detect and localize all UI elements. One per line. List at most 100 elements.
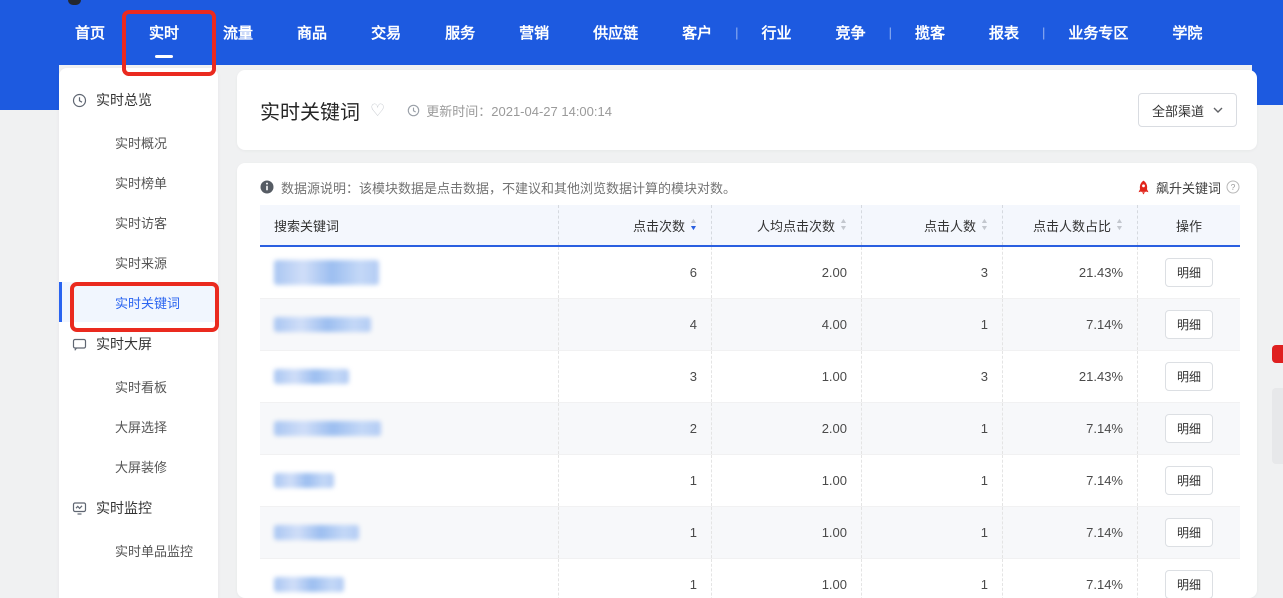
nav-item-供应链[interactable]: 供应链: [571, 22, 660, 43]
chevron-down-icon: [1213, 107, 1223, 113]
column-header-label: 人均点击次数: [757, 216, 835, 235]
table-row: 1 1.00 1 7.14% 明细: [260, 506, 1240, 558]
nav-item-报表[interactable]: 报表: [967, 22, 1041, 43]
sidebar-item-实时单品监控[interactable]: 实时单品监控: [59, 530, 218, 570]
sidebar-item-实时看板[interactable]: 实时看板: [59, 366, 218, 406]
column-header-label: 搜索关键词: [274, 216, 339, 235]
cell-keyword[interactable]: [260, 403, 558, 454]
nav-item-流量[interactable]: 流量: [201, 22, 275, 43]
detail-button[interactable]: 明细: [1165, 310, 1213, 339]
cell-users: 1: [861, 403, 1002, 454]
sidebar-group-header[interactable]: 实时大屏: [59, 322, 218, 366]
sort-desc-icon[interactable]: ▼: [1115, 226, 1124, 232]
table-header-row: 搜索关键词 点击次数 ▲▼ 人均点击次数 ▲▼ 点击人数 ▲▼ 点击人数占比 ▲…: [260, 205, 1240, 247]
detail-button[interactable]: 明细: [1165, 518, 1213, 547]
blurred-keyword: [274, 473, 334, 488]
sidebar-groups: 实时总览 实时概况 实时榜单 实时访客 实时来源 实时关键词 实时大屏 实时看板…: [59, 78, 218, 570]
floating-gray-widget[interactable]: [1272, 388, 1283, 464]
nav-item-label: 商品: [297, 25, 327, 42]
cell-users: 1: [861, 455, 1002, 506]
cell-users: 1: [861, 507, 1002, 558]
nav-item-label: 竞争: [836, 25, 866, 42]
sort-desc-icon[interactable]: ▼: [839, 226, 848, 232]
cell-clicks: 2: [558, 403, 711, 454]
sidebar-group-items: 实时单品监控: [59, 530, 218, 570]
nav-item-商品[interactable]: 商品: [275, 22, 349, 43]
cell-action: 明细: [1137, 351, 1240, 402]
cell-users: 3: [861, 247, 1002, 298]
sidebar-group-label: 实时监控: [96, 498, 152, 518]
nav-item-客户[interactable]: 客户: [660, 22, 734, 43]
sidebar-item-实时关键词[interactable]: 实时关键词: [59, 282, 218, 322]
cell-avg-clicks: 1.00: [711, 351, 861, 402]
update-time-text: 更新时间：2021-04-27 14:00:14: [426, 101, 612, 120]
nav-item-label: 流量: [223, 25, 253, 42]
sort-icons[interactable]: ▲▼: [981, 219, 988, 232]
column-header-点击人数占比[interactable]: 点击人数占比 ▲▼: [1002, 205, 1137, 245]
nav-item-交易[interactable]: 交易: [349, 22, 423, 43]
nav-items: 首页 实时 流量 商品 交易 服务 营销 供应链 客户 | 行业 竞争 | 揽客…: [53, 22, 1224, 43]
sort-icons[interactable]: ▲▼: [840, 219, 847, 232]
blurred-keyword: [274, 577, 344, 592]
nav-item-营销[interactable]: 营销: [497, 22, 571, 43]
cell-keyword[interactable]: [260, 455, 558, 506]
cell-keyword[interactable]: [260, 299, 558, 350]
nav-item-揽客[interactable]: 揽客: [893, 22, 967, 43]
cell-users: 1: [861, 559, 1002, 598]
nav-item-业务专区[interactable]: 业务专区: [1046, 22, 1150, 43]
sidebar-item-实时榜单[interactable]: 实时榜单: [59, 162, 218, 202]
sidebar-group: 实时大屏 实时看板 大屏选择 大屏装修: [59, 322, 218, 486]
blurred-keyword: [274, 317, 371, 332]
cell-keyword[interactable]: [260, 559, 558, 598]
nav-item-行业[interactable]: 行业: [740, 22, 814, 43]
nav-item-label: 报表: [989, 25, 1019, 42]
detail-button[interactable]: 明细: [1165, 362, 1213, 391]
nav-item-服务[interactable]: 服务: [423, 22, 497, 43]
nav-item-竞争[interactable]: 竞争: [814, 22, 888, 43]
channel-selector[interactable]: 全部渠道: [1138, 93, 1237, 127]
nav-item-label: 学院: [1172, 25, 1202, 42]
keywords-table-card: 数据源说明：该模块数据是点击数据，不建议和其他浏览数据计算的模块对数。 飙升关键…: [237, 163, 1257, 598]
sidebar-item-实时来源[interactable]: 实时来源: [59, 242, 218, 282]
sidebar-item-实时概况[interactable]: 实时概况: [59, 122, 218, 162]
cell-user-ratio: 7.14%: [1002, 455, 1137, 506]
nav-item-首页[interactable]: 首页: [53, 22, 127, 43]
screen-icon: [72, 337, 87, 352]
sidebar-item-实时访客[interactable]: 实时访客: [59, 202, 218, 242]
cell-keyword[interactable]: [260, 507, 558, 558]
surge-keywords-link[interactable]: 飙升关键词 ?: [1136, 178, 1240, 197]
column-header-人均点击次数[interactable]: 人均点击次数 ▲▼: [711, 205, 861, 245]
top-navbar: 首页 实时 流量 商品 交易 服务 营销 供应链 客户 | 行业 竞争 | 揽客…: [0, 0, 1283, 65]
detail-button[interactable]: 明细: [1165, 258, 1213, 287]
floating-red-widget[interactable]: [1272, 345, 1283, 363]
table-row: 4 4.00 1 7.14% 明细: [260, 298, 1240, 350]
nav-separator: |: [889, 25, 892, 40]
sort-desc-icon[interactable]: ▼: [689, 226, 698, 232]
table-row: 1 1.00 1 7.14% 明细: [260, 454, 1240, 506]
favorite-heart-icon[interactable]: ♡: [370, 102, 385, 119]
nav-item-学院[interactable]: 学院: [1150, 22, 1224, 43]
sidebar-group-header[interactable]: 实时总览: [59, 78, 218, 122]
detail-button[interactable]: 明细: [1165, 414, 1213, 443]
blurred-keyword: [274, 369, 349, 384]
nav-item-label: 揽客: [915, 25, 945, 42]
nav-item-label: 服务: [445, 25, 475, 42]
question-icon[interactable]: ?: [1226, 180, 1240, 194]
column-header-点击人数[interactable]: 点击人数 ▲▼: [861, 205, 1002, 245]
sidebar-group-items: 实时概况 实时榜单 实时访客 实时来源 实时关键词: [59, 122, 218, 322]
detail-button[interactable]: 明细: [1165, 570, 1213, 598]
sidebar-item-label: 实时访客: [115, 213, 167, 232]
detail-button[interactable]: 明细: [1165, 466, 1213, 495]
cell-keyword[interactable]: [260, 351, 558, 402]
sort-desc-icon[interactable]: ▼: [980, 226, 989, 232]
nav-item-实时[interactable]: 实时: [127, 22, 201, 43]
sidebar-item-大屏装修[interactable]: 大屏装修: [59, 446, 218, 486]
column-header-点击次数[interactable]: 点击次数 ▲▼: [558, 205, 711, 245]
sort-icons[interactable]: ▲▼: [1116, 219, 1123, 232]
sidebar-item-大屏选择[interactable]: 大屏选择: [59, 406, 218, 446]
cell-user-ratio: 7.14%: [1002, 299, 1137, 350]
cell-keyword[interactable]: [260, 247, 558, 298]
sidebar-group-header[interactable]: 实时监控: [59, 486, 218, 530]
cell-user-ratio: 7.14%: [1002, 507, 1137, 558]
sort-icons[interactable]: ▲▼: [690, 219, 697, 232]
